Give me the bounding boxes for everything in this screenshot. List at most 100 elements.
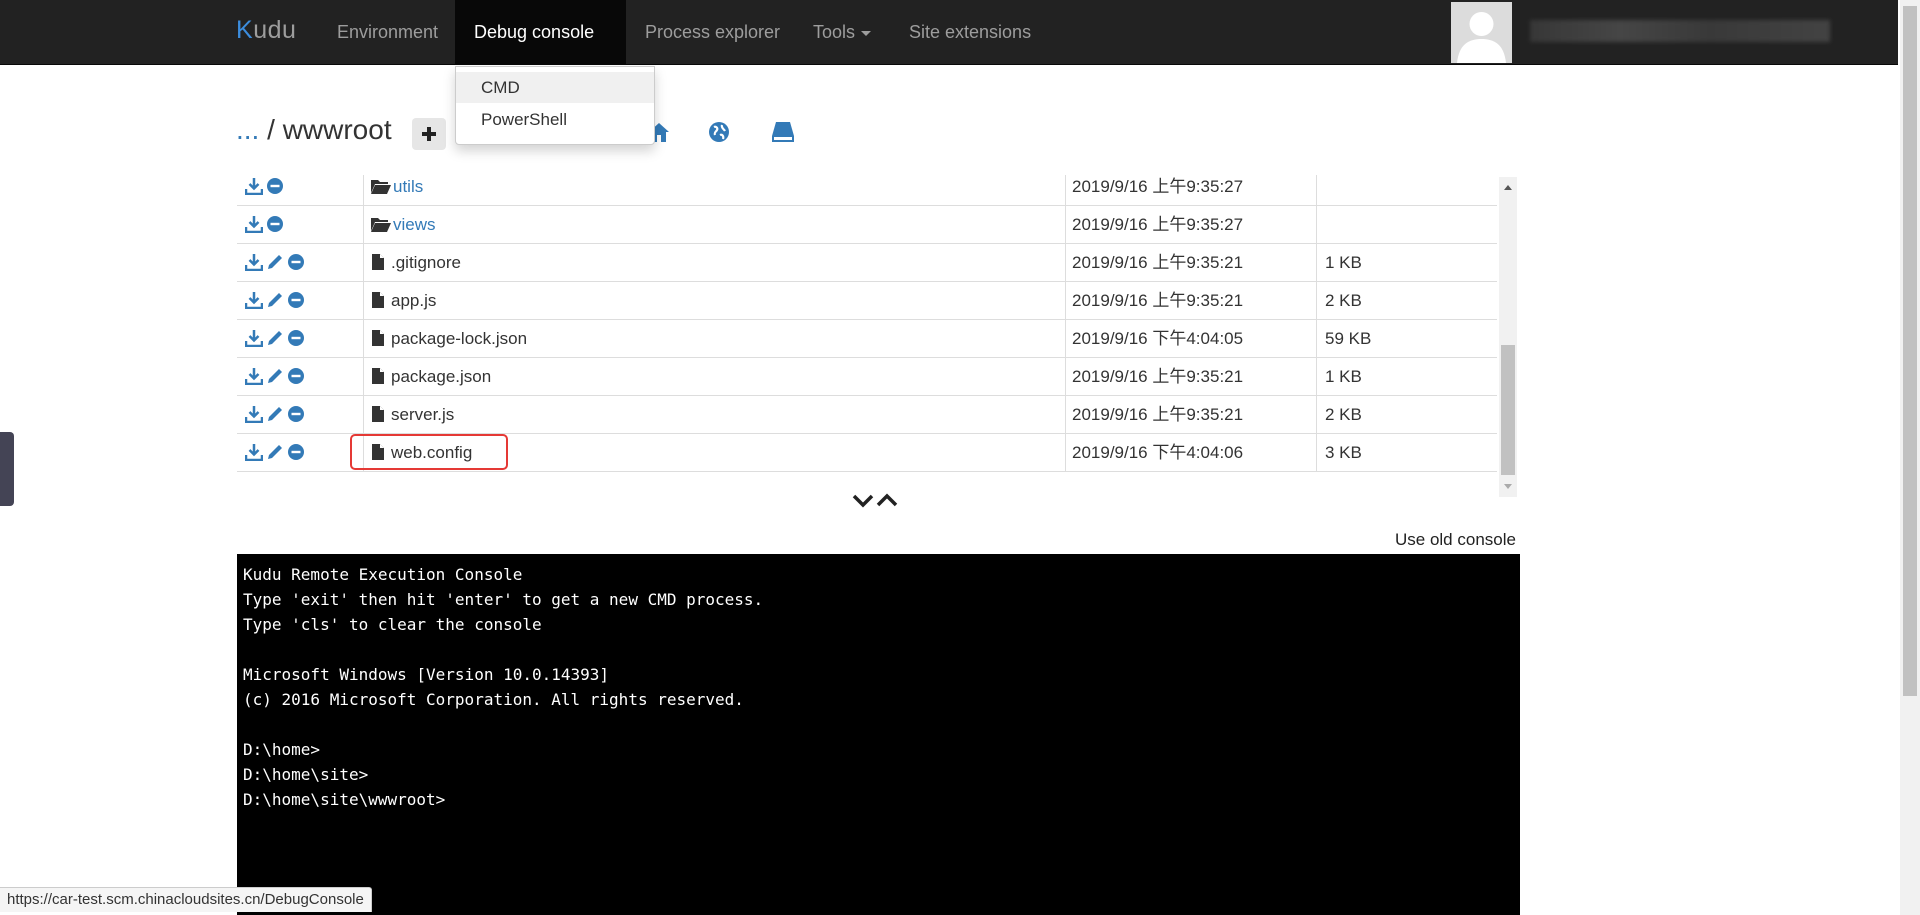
breadcrumb-current: wwwroot	[282, 114, 392, 145]
file-name-cell: package-lock.json	[364, 320, 1066, 357]
table-row[interactable]: package-lock.json 2019/9/16 下午4:04:05 59…	[237, 320, 1497, 358]
download-icon[interactable]	[245, 405, 263, 423]
file-table-scrollbar[interactable]	[1499, 177, 1517, 497]
nav-site-extensions[interactable]: Site extensions	[890, 0, 1050, 64]
pencil-icon[interactable]	[266, 405, 284, 423]
nav-process-explorer[interactable]: Process explorer	[626, 0, 799, 64]
console-line: Type 'cls' to clear the console	[243, 615, 542, 634]
table-row[interactable]: app.js 2019/9/16 上午9:35:21 2 KB	[237, 282, 1497, 320]
file-icon	[372, 368, 384, 384]
delete-icon[interactable]	[287, 443, 305, 461]
highlight-box-web-config	[350, 434, 508, 470]
delete-icon[interactable]	[287, 291, 305, 309]
menu-item-cmd[interactable]: CMD	[456, 72, 654, 103]
globe-button[interactable]	[707, 120, 731, 149]
delete-icon[interactable]	[266, 177, 284, 195]
nav-tools[interactable]: Tools	[794, 0, 890, 64]
menu-item-powershell[interactable]: PowerShell	[456, 104, 654, 135]
page-scroll-thumb[interactable]	[1903, 6, 1917, 696]
scroll-up-icon[interactable]	[1503, 183, 1513, 191]
console-line: D:\home\site\wwwroot>	[243, 790, 446, 809]
table-row[interactable]: utils 2019/9/16 上午9:35:27	[237, 175, 1497, 206]
page-scrollbar[interactable]	[1900, 0, 1920, 915]
username-redacted	[1530, 20, 1830, 42]
row-actions	[237, 434, 364, 471]
delete-icon[interactable]	[287, 405, 305, 423]
nav-debug-console[interactable]: Debug console	[455, 0, 626, 100]
console-line: D:\home>	[243, 740, 321, 759]
user-avatar[interactable]	[1451, 2, 1512, 63]
download-icon[interactable]	[245, 215, 263, 233]
download-icon[interactable]	[245, 291, 263, 309]
pencil-icon[interactable]	[266, 253, 284, 271]
breadcrumb: ... / wwwroot	[236, 114, 392, 146]
hard-drive-icon	[772, 122, 794, 142]
table-row[interactable]: .gitignore 2019/9/16 上午9:35:21 1 KB	[237, 244, 1497, 282]
kudu-logo[interactable]: Kudu	[236, 16, 296, 45]
chevron-up-icon[interactable]	[876, 492, 898, 508]
console-output[interactable]: Kudu Remote Execution Console Type 'exit…	[237, 554, 1520, 915]
download-icon[interactable]	[245, 443, 263, 461]
pencil-icon[interactable]	[266, 367, 284, 385]
row-actions	[237, 396, 364, 433]
scroll-thumb[interactable]	[1501, 345, 1515, 475]
row-actions	[237, 282, 364, 319]
file-name-cell: server.js	[364, 396, 1066, 433]
drive-button[interactable]	[770, 120, 796, 149]
file-name-cell: views	[364, 206, 1066, 243]
debug-console-dropdown: CMD PowerShell	[455, 66, 655, 145]
download-icon[interactable]	[245, 367, 263, 385]
globe-icon	[709, 122, 729, 142]
file-table: utils 2019/9/16 上午9:35:27 views 2019/9/1…	[237, 175, 1497, 473]
nav-environment[interactable]: Environment	[318, 0, 457, 64]
table-row[interactable]: package.json 2019/9/16 上午9:35:21 1 KB	[237, 358, 1497, 396]
console-line: (c) 2016 Microsoft Corporation. All righ…	[243, 690, 744, 709]
row-actions	[237, 175, 364, 205]
resize-toggle[interactable]	[852, 492, 898, 513]
row-actions	[237, 358, 364, 395]
delete-icon[interactable]	[287, 329, 305, 347]
breadcrumb-parent-link[interactable]: ...	[236, 114, 259, 145]
delete-icon[interactable]	[287, 367, 305, 385]
file-name-cell: utils	[364, 175, 1066, 205]
chevron-down-icon[interactable]	[852, 492, 874, 508]
file-name-cell: app.js	[364, 282, 1066, 319]
pencil-icon[interactable]	[266, 443, 284, 461]
top-navbar: Kudu Environment Debug console Process e…	[0, 0, 1898, 100]
file-icon	[372, 292, 384, 308]
file-icon	[372, 406, 384, 422]
breadcrumb-separator: /	[267, 114, 275, 145]
download-icon[interactable]	[245, 253, 263, 271]
file-icon	[372, 254, 384, 270]
user-silhouette-icon	[1451, 2, 1512, 63]
table-row[interactable]: server.js 2019/9/16 上午9:35:21 2 KB	[237, 396, 1497, 434]
folder-open-icon	[371, 180, 391, 194]
file-icon	[372, 330, 384, 346]
delete-icon[interactable]	[266, 215, 284, 233]
caret-down-icon	[861, 30, 872, 36]
table-row[interactable]: views 2019/9/16 上午9:35:27	[237, 206, 1497, 244]
use-old-console-link[interactable]: Use old console	[1395, 530, 1516, 550]
row-actions	[237, 320, 364, 357]
side-widget-handle[interactable]	[0, 432, 14, 506]
scroll-down-icon[interactable]	[1503, 483, 1513, 491]
download-icon[interactable]	[245, 329, 263, 347]
plus-icon	[422, 127, 436, 141]
folder-open-icon	[371, 218, 391, 232]
console-line: Kudu Remote Execution Console	[243, 565, 523, 584]
file-name-cell: .gitignore	[364, 244, 1066, 281]
status-bar-url: https://car-test.scm.chinacloudsites.cn/…	[0, 887, 372, 912]
download-icon[interactable]	[245, 177, 263, 195]
console-line: Type 'exit' then hit 'enter' to get a ne…	[243, 590, 764, 609]
add-button[interactable]	[412, 118, 446, 150]
delete-icon[interactable]	[287, 253, 305, 271]
file-name-cell: package.json	[364, 358, 1066, 395]
row-actions	[237, 206, 364, 243]
console-line: Microsoft Windows [Version 10.0.14393]	[243, 665, 610, 684]
console-line: D:\home\site>	[243, 765, 369, 784]
row-actions	[237, 244, 364, 281]
pencil-icon[interactable]	[266, 329, 284, 347]
pencil-icon[interactable]	[266, 291, 284, 309]
